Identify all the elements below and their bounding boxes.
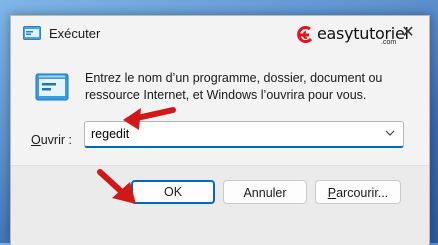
dialog-description: Entrez le nom d’un programme, dossier, d… xyxy=(85,71,383,102)
cancel-button[interactable]: Annuler xyxy=(223,180,307,204)
arrow-icon xyxy=(123,107,176,130)
browse-accesskey: P xyxy=(327,186,337,200)
run-icon xyxy=(23,26,41,40)
close-icon: ✕ xyxy=(401,24,415,41)
arrow-icon xyxy=(97,169,136,204)
chevron-down-icon[interactable] xyxy=(385,129,395,137)
open-label-accesskey: O xyxy=(31,133,41,147)
browse-label: arcourir... xyxy=(336,186,389,200)
run-dialog: Exécuter easytutoriel .com ✕ Entrez le n… xyxy=(10,15,430,245)
brand-suffix: .com xyxy=(381,39,397,46)
run-icon xyxy=(35,73,69,101)
window-title: Exécuter xyxy=(49,26,101,41)
close-button[interactable]: ✕ xyxy=(397,22,419,44)
brand-mark-icon xyxy=(297,26,313,43)
open-label: Ouvrir : xyxy=(31,133,72,147)
browse-button[interactable]: Parcourir... xyxy=(315,180,401,204)
title-bar: Exécuter easytutoriel .com ✕ xyxy=(11,16,429,50)
open-label-text: uvrir : xyxy=(40,133,72,147)
button-bar xyxy=(11,165,429,245)
